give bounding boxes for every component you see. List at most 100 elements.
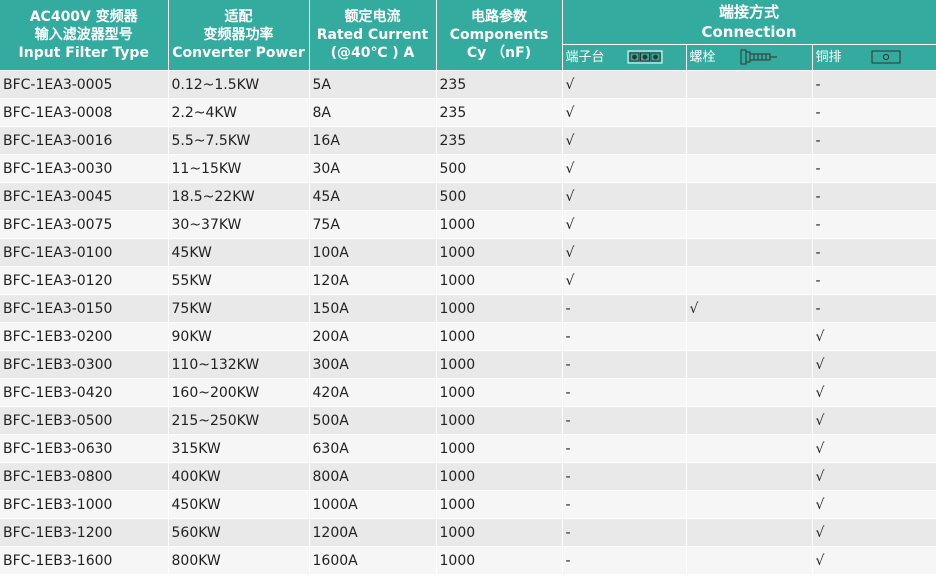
model-cell: BFC-1EB3-0500 <box>0 406 169 435</box>
cy-cell: 1000 <box>436 294 563 323</box>
cy-cell: 1000 <box>436 490 563 519</box>
header-power-line-2: 变频器功率 <box>203 27 274 43</box>
table-row: BFC-1EB3-0500 215~250KW 500A 1000- √ <box>0 406 936 435</box>
model-cell: BFC-1EA3-0120 <box>0 266 169 295</box>
model-cell: BFC-1EB3-1000 <box>0 490 169 519</box>
copper-bar-label: 铜排 <box>815 50 842 65</box>
copper-bar-mark: - <box>812 126 936 155</box>
copper-bar-mark: - <box>812 294 936 323</box>
copper-bar-mark: - <box>812 238 936 267</box>
cy-cell: 235 <box>436 98 563 127</box>
cy-cell: 1000 <box>436 210 563 239</box>
table-row: BFC-1EA3-0100 45KW 100A 1000 √ - <box>0 238 936 267</box>
table-row: BFC-1EA3-0075 30~37KW 75A 1000 √ - <box>0 210 936 239</box>
current-cell: 30A <box>309 154 437 183</box>
terminal-block-mark: - <box>562 490 687 519</box>
terminal-block-mark: √ <box>562 182 687 211</box>
bolt-mark <box>686 266 813 295</box>
terminal-block-mark: - <box>562 434 687 463</box>
current-cell: 1200A <box>309 518 437 547</box>
bolt-mark <box>686 406 813 435</box>
current-cell: 1000A <box>309 490 437 519</box>
table-row: BFC-1EA3-0005 0.12~1.5KW 5A 235 √ - <box>0 70 936 99</box>
cy-cell: 1000 <box>436 406 563 435</box>
table-row: BFC-1EB3-1200 560KW 1200A 1000- √ <box>0 518 936 547</box>
power-cell: 160~200KW <box>168 378 310 407</box>
power-cell: 75KW <box>168 294 310 323</box>
cy-cell: 1000 <box>436 350 563 379</box>
cy-cell: 1000 <box>436 518 563 547</box>
power-cell: 0.12~1.5KW <box>168 70 310 99</box>
current-cell: 45A <box>309 182 437 211</box>
cy-cell: 1000 <box>436 266 563 295</box>
bolt-icon <box>740 49 777 65</box>
model-cell: BFC-1EB3-0300 <box>0 350 169 379</box>
power-cell: 2.2~4KW <box>168 98 310 127</box>
power-cell: 55KW <box>168 266 310 295</box>
model-cell: BFC-1EB3-0420 <box>0 378 169 407</box>
header-model-line-1: AC400V 变频器 <box>29 9 138 25</box>
terminal-block-mark: - <box>562 350 687 379</box>
bolt-mark <box>686 126 813 155</box>
current-cell: 1600A <box>309 546 437 575</box>
cy-cell: 235 <box>436 126 563 155</box>
bolt-mark <box>686 462 813 491</box>
bolt-mark <box>686 518 813 547</box>
model-cell: BFC-1EB3-1200 <box>0 518 169 547</box>
bolt-mark <box>686 434 813 463</box>
model-cell: BFC-1EB3-0800 <box>0 462 169 491</box>
terminal-block-mark: √ <box>562 126 687 155</box>
table-row: BFC-1EB3-0800 400KW 800A 1000- √ <box>0 462 936 491</box>
cy-cell: 500 <box>436 154 563 183</box>
header-cy-line-2: Components <box>449 27 549 43</box>
bolt-mark <box>686 210 813 239</box>
model-cell: BFC-1EA3-0016 <box>0 126 169 155</box>
terminal-block-icon <box>627 50 662 64</box>
copper-bar-mark: - <box>812 154 936 183</box>
power-cell: 560KW <box>168 518 310 547</box>
power-cell: 45KW <box>168 238 310 267</box>
header-connection-line-1: 端接方式 <box>718 3 779 21</box>
terminal-block-mark: √ <box>562 238 687 267</box>
header-current: 额定电流 Rated Current (@40℃ ) A <box>309 0 437 71</box>
model-cell: BFC-1EB3-0200 <box>0 322 169 351</box>
copper-bar-mark: - <box>812 98 936 127</box>
current-cell: 8A <box>309 98 437 127</box>
header-model: AC400V 变频器 输入滤波器型号 Input Filter Type <box>0 0 169 71</box>
terminal-block-mark: √ <box>562 154 687 183</box>
filter-spec-table: AC400V 变频器 输入滤波器型号 Input Filter Type 适配 … <box>0 0 936 575</box>
terminal-block-mark: - <box>562 294 687 323</box>
cy-cell: 500 <box>436 182 563 211</box>
terminal-block-mark: - <box>562 546 687 575</box>
copper-bar-mark: - <box>812 210 936 239</box>
terminal-block-mark: - <box>562 518 687 547</box>
terminal-block-label: 端子台 <box>565 50 605 65</box>
header-connection-line-2: Connection <box>701 23 797 41</box>
current-cell: 75A <box>309 210 437 239</box>
table-row: BFC-1EA3-0030 11~15KW 30A 500 √ - <box>0 154 936 183</box>
table-row: BFC-1EA3-0045 18.5~22KW 45A 500 √ - <box>0 182 936 211</box>
copper-bar-mark: - <box>812 182 936 211</box>
bolt-label: 螺栓 <box>689 50 716 65</box>
model-cell: BFC-1EA3-0075 <box>0 210 169 239</box>
model-cell: BFC-1EA3-0150 <box>0 294 169 323</box>
current-cell: 630A <box>309 434 437 463</box>
header-power: 适配 变频器功率 Converter Power <box>168 0 310 71</box>
terminal-block-mark: - <box>562 378 687 407</box>
header-copper-bar: 铜排 <box>812 44 936 71</box>
copper-bar-mark: - <box>812 70 936 99</box>
header-cy: 电路参数 Components Cy （nF) <box>436 0 563 71</box>
header-cy-line-3: Cy （nF) <box>466 45 532 61</box>
bolt-mark <box>686 98 813 127</box>
header-terminal-block: 端子台 <box>562 44 687 71</box>
power-cell: 315KW <box>168 434 310 463</box>
terminal-block-mark: - <box>562 406 687 435</box>
table-row: BFC-1EB3-0420 160~200KW 420A 1000- √ <box>0 378 936 407</box>
current-cell: 800A <box>309 462 437 491</box>
current-cell: 5A <box>309 70 437 99</box>
table-row: BFC-1EB3-0200 90KW 200A 1000- √ <box>0 322 936 351</box>
header-power-line-3: Converter Power <box>172 45 305 61</box>
power-cell: 5.5~7.5KW <box>168 126 310 155</box>
copper-bar-mark: √ <box>812 490 936 519</box>
table-row: BFC-1EA3-0008 2.2~4KW 8A 235 √ - <box>0 98 936 127</box>
